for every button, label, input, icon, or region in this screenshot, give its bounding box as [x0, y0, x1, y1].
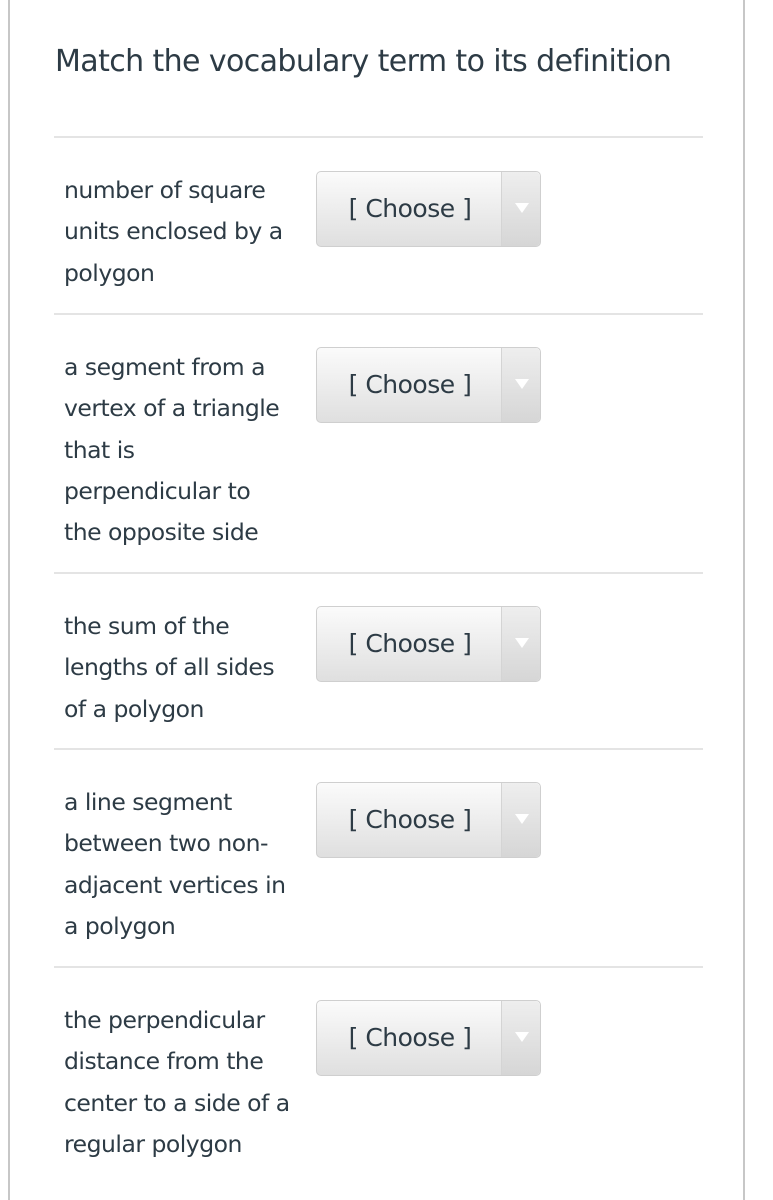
dropdown-button[interactable]: [501, 1001, 540, 1075]
definition-line: between two non-: [64, 829, 269, 858]
definition-line: center to a side of a: [64, 1088, 290, 1117]
triangle-down-icon: [515, 1032, 529, 1042]
dropdown-button[interactable]: [501, 172, 540, 246]
answer-select[interactable]: [ Choose ]: [316, 782, 541, 858]
definition-line: a segment from a: [64, 353, 265, 381]
select-label: [ Choose ]: [348, 1023, 472, 1052]
select-label: [ Choose ]: [348, 805, 472, 834]
divider: [54, 966, 703, 968]
definition-line: regular polygon: [64, 1129, 242, 1158]
definition-text: a segment from a vertex of a triangle th…: [64, 347, 314, 553]
definition-line: number of square: [64, 176, 266, 204]
triangle-down-icon: [515, 638, 529, 648]
definition-line: the sum of the: [64, 612, 230, 640]
definition-line: perpendicular to: [64, 476, 251, 505]
answer-select[interactable]: [ Choose ]: [316, 171, 541, 247]
question-title: Match the vocabulary term to its definit…: [55, 44, 672, 79]
definition-line: vertex of a triangle: [64, 394, 280, 423]
answer-select[interactable]: [ Choose ]: [316, 1000, 541, 1076]
divider: [54, 572, 703, 574]
definition-line: the opposite side: [64, 518, 259, 547]
select-label: [ Choose ]: [348, 194, 472, 223]
triangle-down-icon: [515, 379, 529, 389]
answer-select[interactable]: [ Choose ]: [316, 347, 541, 423]
definition-line: adjacent vertices in: [64, 870, 286, 899]
select-label: [ Choose ]: [348, 370, 472, 399]
dropdown-button[interactable]: [501, 348, 540, 422]
definition-line: polygon: [64, 258, 155, 287]
divider: [54, 136, 703, 138]
divider: [54, 748, 703, 750]
definition-line: distance from the: [64, 1047, 264, 1076]
definition-text: number of square units enclosed by a pol…: [64, 170, 314, 294]
definition-line: that is: [64, 435, 135, 464]
triangle-down-icon: [515, 814, 529, 824]
triangle-down-icon: [515, 203, 529, 213]
answer-select[interactable]: [ Choose ]: [316, 606, 541, 682]
select-label: [ Choose ]: [348, 629, 472, 658]
divider: [54, 313, 703, 315]
definition-text: a line segment between two non- adjacent…: [64, 782, 314, 947]
definition-line: the perpendicular: [64, 1006, 265, 1034]
dropdown-button[interactable]: [501, 783, 540, 857]
definition-line: a polygon: [64, 911, 176, 940]
definition-line: of a polygon: [64, 694, 204, 723]
definition-line: units enclosed by a: [64, 217, 283, 246]
definition-line: lengths of all sides: [64, 653, 275, 682]
definition-text: the sum of the lengths of all sides of a…: [64, 606, 314, 730]
definition-text: the perpendicular distance from the cent…: [64, 1000, 314, 1165]
dropdown-button[interactable]: [501, 607, 540, 681]
definition-line: a line segment: [64, 788, 232, 816]
